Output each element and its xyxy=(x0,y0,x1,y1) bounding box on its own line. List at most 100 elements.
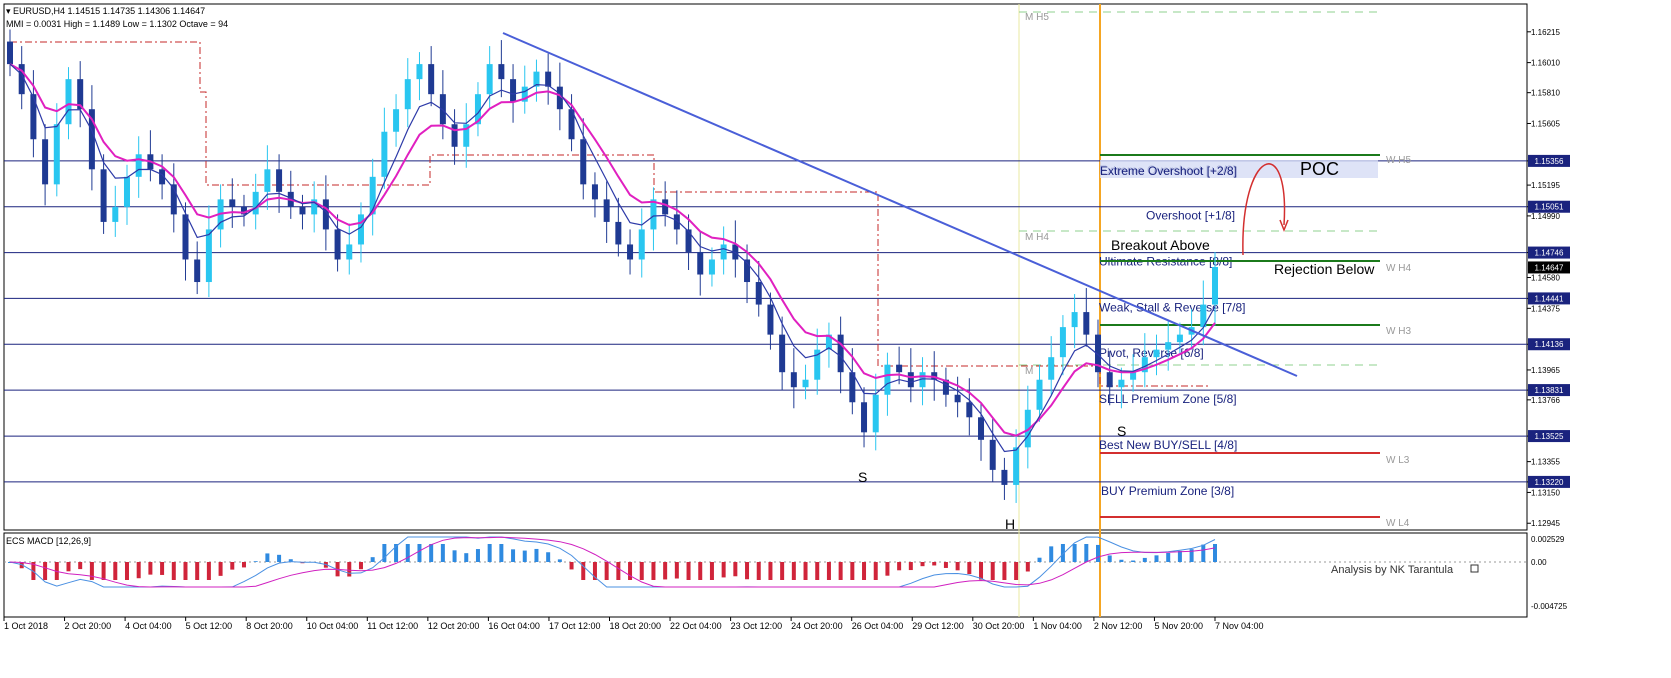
macd-histogram-bar xyxy=(265,553,270,562)
candle-body xyxy=(53,124,60,185)
macd-histogram-bar xyxy=(546,552,551,562)
macd-histogram-bar xyxy=(241,562,246,568)
downtrend-line xyxy=(502,32,1298,377)
macd-plot-frame xyxy=(3,532,1528,618)
macd-histogram-bar xyxy=(768,562,773,580)
candle-body xyxy=(264,169,271,192)
price-tick-label-0: 1.16215 xyxy=(1531,28,1560,37)
macd-histogram-bar xyxy=(698,562,703,580)
price-box-label-7: 1.13525 xyxy=(1535,432,1564,441)
macd-histogram-bar xyxy=(487,544,492,562)
murrey-label-4: Pivot, Reverse [6/8] xyxy=(1099,346,1204,360)
m-label-0: M H5 xyxy=(1025,12,1049,23)
macd-histogram-bar xyxy=(89,562,94,580)
shoulder-left-label: S xyxy=(858,469,867,485)
time-tick-label-13: 24 Oct 20:00 xyxy=(791,621,843,631)
candle-body xyxy=(603,199,610,222)
macd-histogram-bar xyxy=(1096,544,1101,562)
candle-body xyxy=(662,199,669,215)
macd-histogram-bar xyxy=(1201,544,1206,562)
candle-body xyxy=(498,64,505,80)
side-label-2: W H3 xyxy=(1386,326,1411,337)
macd-histogram-bar xyxy=(721,562,726,578)
price-tick-label-1: 1.16010 xyxy=(1531,59,1560,68)
macd-histogram-bar xyxy=(206,562,211,580)
macd-histogram-bar xyxy=(967,562,972,575)
macd-histogram-bar xyxy=(78,562,83,570)
macd-histogram-bar xyxy=(651,562,656,580)
candle-body xyxy=(1118,379,1125,388)
macd-histogram-bar xyxy=(932,562,937,566)
macd-histogram-bar xyxy=(604,562,609,580)
macd-histogram-bar xyxy=(616,562,621,580)
macd-histogram-bar xyxy=(43,562,48,580)
candle-body xyxy=(252,191,259,215)
candle-body xyxy=(790,372,797,388)
macd-histogram-bar xyxy=(1037,557,1042,562)
macd-histogram-bar xyxy=(569,562,574,570)
price-tick-label-5: 1.15195 xyxy=(1531,181,1560,190)
macd-histogram-bar xyxy=(780,562,785,580)
candle-body xyxy=(591,184,598,200)
credit-label: Analysis by NK Tarantula xyxy=(1331,564,1454,576)
candle-body xyxy=(545,71,552,87)
candle-body xyxy=(451,124,458,147)
time-tick-label-12: 23 Oct 12:00 xyxy=(731,621,783,631)
candle-body xyxy=(896,364,903,373)
price-box-label-4: 1.14441 xyxy=(1535,294,1564,303)
macd-histogram-bar xyxy=(990,562,995,580)
candle-body xyxy=(205,229,212,283)
candle-body xyxy=(112,206,119,222)
price-box-label-5: 1.14136 xyxy=(1535,340,1564,349)
candle-body xyxy=(989,439,996,470)
candle-body xyxy=(1165,342,1172,350)
price-chart[interactable]: Extreme Overshoot [+2/8] Overshoot [+1/8]… xyxy=(0,0,1671,678)
price-box-label-3: 1.14647 xyxy=(1535,263,1564,272)
candle-body xyxy=(334,229,341,260)
candle-body xyxy=(720,244,727,260)
macd-histogram-bar xyxy=(1119,559,1124,562)
time-tick-label-15: 29 Oct 12:00 xyxy=(912,621,964,631)
macd-histogram-bar xyxy=(885,562,890,576)
ma-slow-line xyxy=(9,63,1216,437)
time-tick-label-7: 12 Oct 20:00 xyxy=(428,621,480,631)
candle-body xyxy=(194,259,201,283)
macd-histogram-bar xyxy=(897,562,902,571)
price-box-label-6: 1.13831 xyxy=(1535,386,1564,395)
candle-body xyxy=(685,229,692,252)
head-label: H xyxy=(1005,516,1015,532)
time-tick-label-0: 1 Oct 2018 xyxy=(4,621,48,631)
candle-body xyxy=(638,229,645,260)
macd-tick-label-0: 0.002529 xyxy=(1531,535,1565,544)
candle-body xyxy=(837,334,844,373)
rejection-label: Rejection Below xyxy=(1274,261,1375,277)
candle-body xyxy=(872,394,879,433)
side-label-3: W L3 xyxy=(1386,455,1410,466)
macd-histogram-bar xyxy=(230,562,235,570)
candle-body xyxy=(100,169,107,222)
macd-histogram-bar xyxy=(1154,555,1159,562)
candle-body xyxy=(30,94,37,140)
macd-histogram-bar xyxy=(511,549,516,562)
candle-body xyxy=(1036,379,1043,410)
candle-body xyxy=(357,214,364,245)
price-tick-label-13: 1.13965 xyxy=(1531,366,1560,375)
candle-body xyxy=(381,131,388,177)
macd-histogram-bar xyxy=(955,562,960,571)
macd-histogram-bar xyxy=(1107,555,1112,562)
time-tick-label-6: 11 Oct 12:00 xyxy=(367,621,418,631)
candle-body xyxy=(1106,372,1113,388)
candle-body xyxy=(1130,372,1137,380)
candle-body xyxy=(42,139,49,185)
macd-histogram-bar xyxy=(171,562,176,580)
time-tick-label-20: 7 Nov 04:00 xyxy=(1215,621,1264,631)
macd-histogram-bar xyxy=(1014,562,1019,580)
macd-histogram-bar xyxy=(101,562,106,580)
time-tick-label-8: 16 Oct 04:00 xyxy=(488,621,540,631)
price-tick-label-11: 1.14375 xyxy=(1531,304,1560,313)
candle-body xyxy=(966,402,973,418)
macd-histogram-bar xyxy=(862,562,867,580)
macd-histogram-bar xyxy=(1072,544,1077,562)
macd-histogram-bar xyxy=(160,562,165,575)
price-tick-label-19: 1.13150 xyxy=(1531,488,1560,497)
